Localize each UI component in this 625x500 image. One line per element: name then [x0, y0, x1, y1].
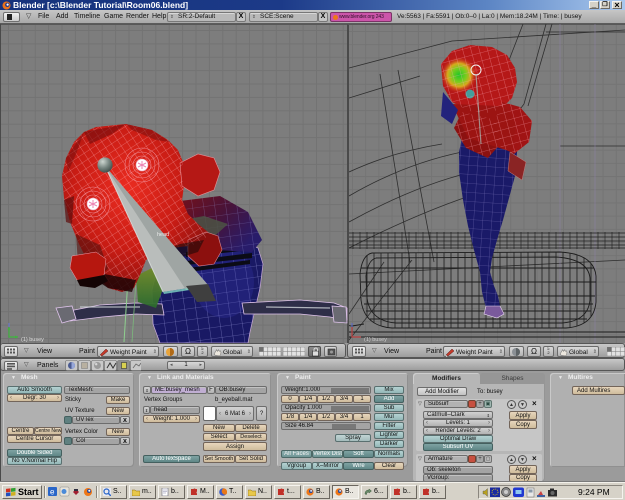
- svg-text:e: e: [50, 488, 55, 497]
- svg-text:head: head: [157, 232, 169, 238]
